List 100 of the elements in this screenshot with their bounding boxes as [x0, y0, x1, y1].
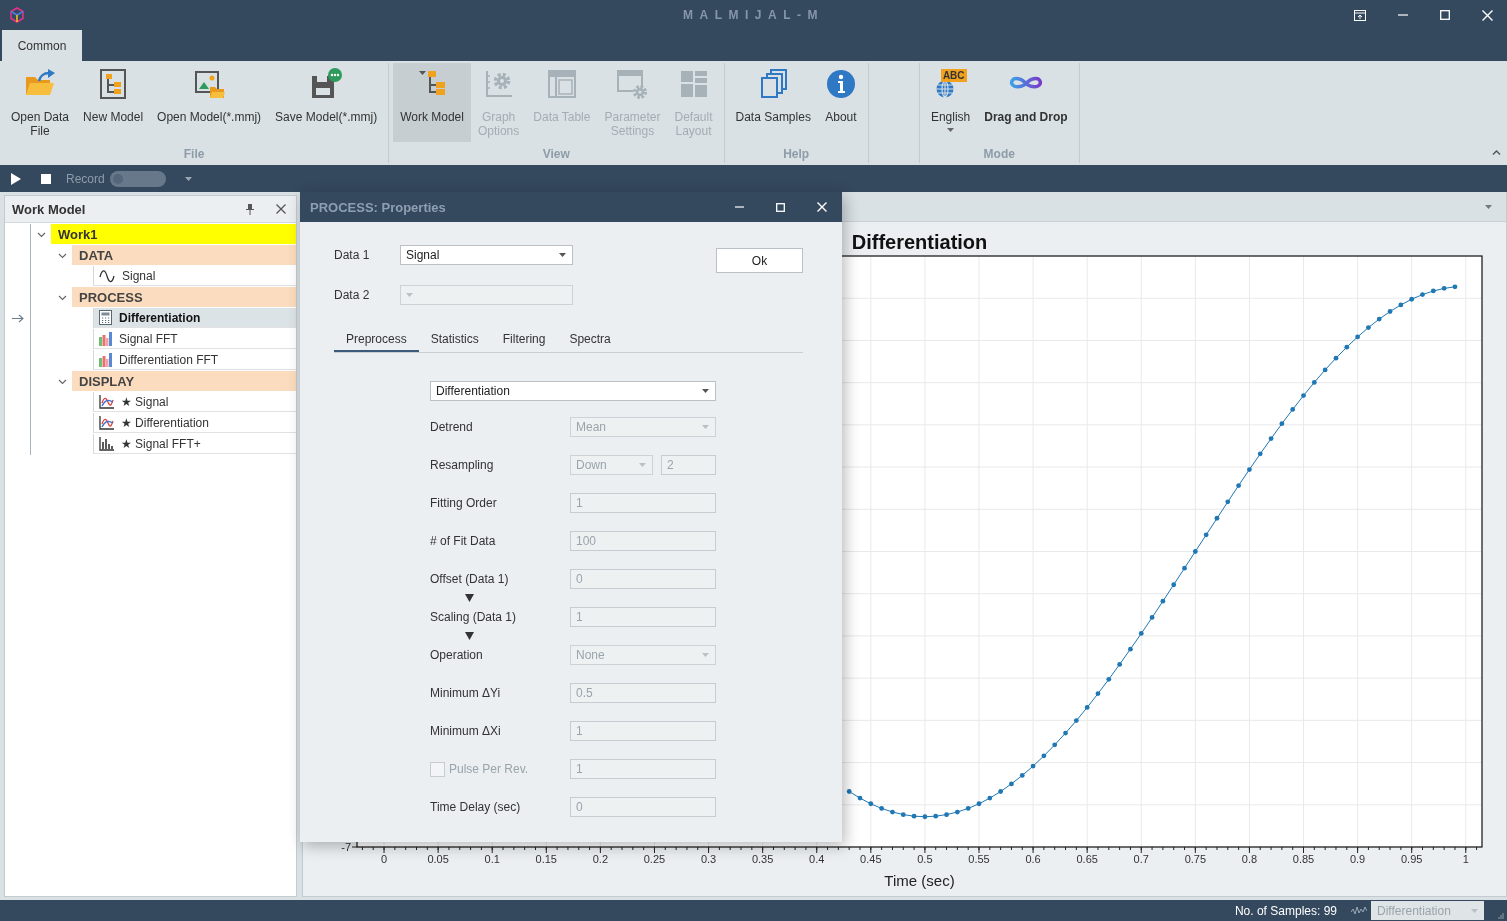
axis-tick-label: 0.55 [968, 853, 990, 865]
axis-title: Time (sec) [884, 872, 955, 889]
tree-item[interactable]: DISPLAY [72, 371, 296, 391]
ribbon-button[interactable]: Open Data File [4, 63, 77, 142]
tab[interactable]: Filtering [490, 328, 558, 352]
group-label: Help [782, 146, 811, 163]
sample-count: No. of Samples: 99 [1234, 903, 1337, 918]
axis-tick-label: 1 [1462, 853, 1469, 865]
ribbon-button[interactable]: Data Samples [728, 63, 818, 142]
tree-item[interactable]: PROCESS [72, 287, 296, 307]
window-title: MALMIJAL-M [683, 8, 824, 22]
tree-item[interactable]: Work1 [51, 224, 296, 244]
maximize-icon[interactable] [1440, 10, 1450, 20]
axis-tick-label: 0.35 [751, 853, 774, 865]
tree-item[interactable]: ★ Signal [93, 392, 296, 412]
pin-icon[interactable] [246, 203, 254, 215]
chevron-up-icon[interactable] [1492, 150, 1501, 155]
axis-tick-label: 0.6 [1025, 853, 1041, 865]
chart-title: Differentiation [851, 231, 988, 253]
axis-tick-label: 0.15 [535, 853, 557, 865]
toggle-switch[interactable] [109, 170, 166, 187]
dropdown[interactable]: Signal [400, 245, 573, 265]
arrow-right-icon [11, 314, 24, 323]
group-label: Mode [982, 146, 1016, 163]
field-label: Operation [430, 648, 484, 662]
dropdown[interactable]: Differentiation [430, 381, 716, 401]
histogram-icon [99, 436, 114, 451]
ribbon-button[interactable]: Drag and Drop [977, 63, 1075, 142]
ribbon-button[interactable]: Work Model [393, 63, 471, 142]
table-icon [545, 68, 578, 100]
tree-item[interactable]: Differentiation FFT [93, 350, 296, 370]
ok-button[interactable]: Ok [716, 248, 803, 273]
tree-item[interactable]: Signal [93, 266, 296, 286]
axis-tick-label: 0.65 [1076, 853, 1098, 865]
calculator-icon [99, 310, 112, 325]
language-tag: ABC [940, 69, 967, 82]
axis-tick-label: 0.85 [1292, 853, 1315, 865]
stop-icon[interactable] [41, 173, 51, 184]
axis-tick-label: 0.9 [1349, 853, 1366, 865]
chevron-down-icon[interactable] [57, 294, 67, 301]
axis-tick-label: 0.75 [1184, 853, 1207, 865]
axis-tick-label: 0 [381, 853, 388, 865]
tree-item[interactable]: ★ Differentiation [93, 413, 296, 433]
picture-folder-icon [193, 68, 226, 100]
tab[interactable]: Statistics [418, 328, 491, 352]
ribbon-button[interactable]: Open Model(*.mmj) [150, 63, 269, 142]
tree-item[interactable]: Differentiation [93, 308, 296, 328]
close-icon[interactable] [276, 204, 286, 214]
cube-logo-icon[interactable] [9, 7, 25, 23]
field-label: Minimum ΔXi [430, 724, 502, 738]
ribbon-button[interactable]: About [817, 63, 864, 142]
chevron-down-icon[interactable] [57, 252, 67, 259]
caret-icon[interactable] [702, 389, 709, 393]
field-label: Offset (Data 1) [430, 572, 510, 586]
axis-tick-label: 0.45 [860, 853, 882, 865]
dialog-title: PROCESS: Properties [310, 199, 446, 215]
ribbon-button[interactable]: ABC English [923, 63, 978, 142]
field-label: Data 2 [334, 288, 371, 302]
caret-icon[interactable] [184, 176, 192, 181]
maximize-icon[interactable] [776, 202, 785, 212]
chevron-down-icon[interactable] [36, 231, 46, 238]
bar-chart-icon [99, 331, 112, 346]
caret-icon[interactable] [1485, 204, 1492, 209]
axis-tick-label: 0.7 [1133, 853, 1149, 865]
waveform-icon [1351, 906, 1367, 915]
group-label: View [541, 146, 571, 163]
record-label: Record [66, 171, 105, 186]
info-icon [824, 68, 857, 100]
axis-tick-label: 0.3 [700, 853, 717, 865]
field-label: Fitting Order [430, 496, 498, 510]
axis-tick-label: 0.5 [917, 853, 933, 865]
ribbon-tab[interactable]: Common [2, 30, 82, 61]
tree-item[interactable]: ★ Signal FFT+ [93, 434, 296, 454]
line-chart-icon [99, 415, 114, 430]
sine-wave-icon [99, 268, 115, 283]
tree-item[interactable]: Signal FFT [93, 329, 296, 349]
axis-tick-label: 0.05 [427, 853, 449, 865]
bar-chart-icon [99, 352, 112, 367]
field-label: Resampling [430, 458, 495, 472]
field-label: Minimum ΔYi [430, 686, 502, 700]
ribbon-button[interactable]: New Model [76, 63, 151, 142]
down-triangle-icon [465, 594, 474, 602]
tab[interactable]: Spectra [557, 328, 623, 352]
down-triangle-icon [465, 632, 474, 640]
tab[interactable]: Preprocess [334, 328, 419, 352]
ribbon-button[interactable]: Save Model(*.mmj) [268, 63, 385, 142]
field-label: Scaling (Data 1) [430, 610, 518, 624]
play-icon[interactable] [11, 172, 21, 185]
floppy-disk-icon [310, 68, 343, 100]
panel-title: Work Model [12, 201, 86, 217]
caret-icon[interactable] [947, 128, 955, 132]
axis-tick-label: 0.1 [484, 853, 500, 865]
chevron-down-icon[interactable] [57, 378, 67, 385]
checkbox-label: Pulse Per Rev. [449, 762, 529, 776]
resize-grip-icon[interactable] [1497, 912, 1504, 919]
field-label: Time Delay (sec) [430, 800, 522, 814]
group-label: File [182, 146, 206, 163]
field-label: Detrend [430, 420, 474, 434]
axis-tick-label: 0.4 [809, 853, 825, 865]
tree-item[interactable]: DATA [72, 245, 296, 265]
